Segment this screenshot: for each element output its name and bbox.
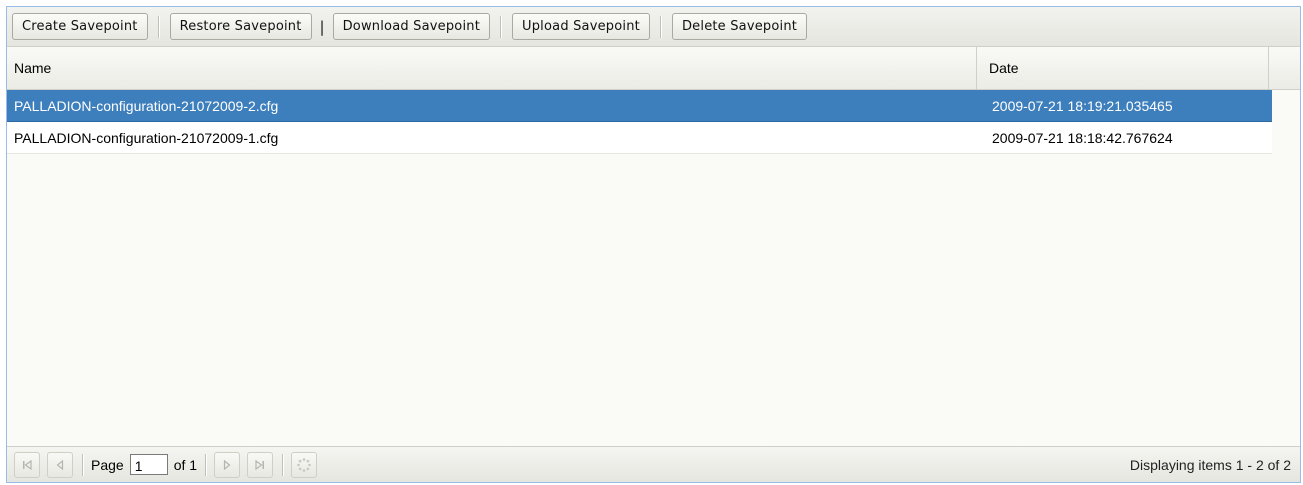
cell-name: PALLADION-configuration-21072009-2.cfg [14, 97, 279, 114]
column-header-date[interactable]: Date [977, 47, 1269, 89]
toolbar-pipe-text: | [319, 17, 325, 36]
delete-savepoint-button[interactable]: Delete Savepoint [671, 13, 808, 40]
last-page-button[interactable] [247, 451, 274, 478]
paging-separator [82, 453, 84, 476]
last-page-icon [254, 459, 266, 471]
table-row[interactable]: PALLADION-configuration-21072009-1.cfg 2… [7, 122, 1272, 154]
cell-date: 2009-07-21 18:18:42.767624 [992, 129, 1173, 146]
prev-page-button[interactable] [47, 451, 73, 478]
grid-header: Name Date [7, 47, 1300, 90]
first-page-button[interactable] [14, 451, 40, 478]
next-page-icon [221, 459, 233, 471]
column-header-name[interactable]: Name [7, 47, 977, 89]
prev-page-icon [54, 459, 66, 471]
next-page-button[interactable] [214, 451, 241, 478]
cell-name: PALLADION-configuration-21072009-1.cfg [14, 129, 279, 146]
upload-savepoint-button[interactable]: Upload Savepoint [512, 13, 650, 40]
paging-toolbar: Page of 1 [7, 446, 1300, 482]
table-row[interactable]: PALLADION-configuration-21072009-2.cfg 2… [7, 90, 1272, 122]
page-of-label: of 1 [173, 456, 198, 473]
first-page-icon [21, 459, 33, 471]
toolbar-separator [500, 15, 503, 38]
download-savepoint-button[interactable]: Download Savepoint [332, 13, 491, 40]
toolbar-separator [157, 15, 160, 38]
create-savepoint-button[interactable]: Create Savepoint [12, 13, 148, 40]
cell-date: 2009-07-21 18:19:21.035465 [992, 97, 1173, 114]
page-label: Page [91, 456, 124, 473]
refresh-button[interactable] [291, 451, 318, 478]
paging-separator [205, 453, 208, 476]
paging-display-info: Displaying items 1 - 2 of 2 [1129, 456, 1291, 473]
restore-savepoint-button[interactable]: Restore Savepoint [169, 13, 312, 40]
grid-body: PALLADION-configuration-21072009-2.cfg 2… [7, 90, 1272, 154]
toolbar: Create Savepoint Restore Savepoint | Dow… [7, 7, 1300, 47]
page-number-input[interactable] [129, 454, 168, 475]
paging-separator [282, 453, 285, 476]
savepoint-panel: Create Savepoint Restore Savepoint | Dow… [6, 6, 1301, 483]
toolbar-separator [659, 15, 662, 38]
refresh-icon [296, 457, 312, 473]
